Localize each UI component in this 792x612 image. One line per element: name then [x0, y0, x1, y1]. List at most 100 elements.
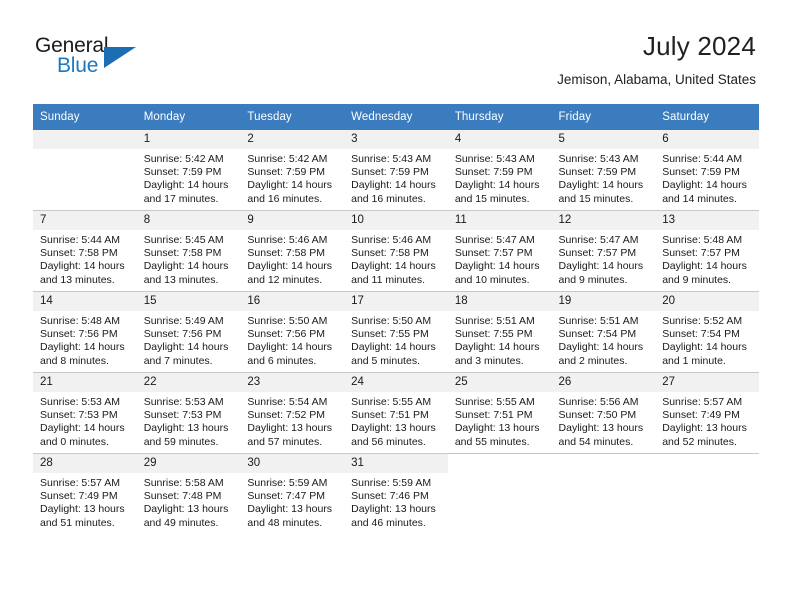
calendar-day-cell[interactable]: 6 Sunrise: 5:44 AM Sunset: 7:59 PM Daylight…	[655, 130, 759, 211]
detail-daylight2: and 16 minutes.	[247, 192, 323, 205]
day-number: 25	[447, 373, 552, 392]
calendar-day-cell[interactable]: 3 Sunrise: 5:43 AM Sunset: 7:59 PM Daylight…	[344, 130, 448, 211]
day-number	[655, 454, 759, 473]
calendar-cell-inner: 5 Sunrise: 5:43 AM Sunset: 7:59 PM Daylight…	[551, 130, 656, 210]
day-number: 21	[33, 373, 137, 392]
calendar-cell-inner: 27 Sunrise: 5:57 AM Sunset: 7:49 PM Dayligh…	[655, 373, 759, 453]
detail-sunset: Sunset: 7:57 PM	[558, 247, 637, 260]
calendar-day-cell[interactable]: 20 Sunrise: 5:52 AM Sunset: 7:54 PM Dayligh…	[655, 291, 759, 373]
calendar-day-cell[interactable]: 25 Sunrise: 5:55 AM Sunset: 7:51 PM Dayligh…	[447, 372, 552, 454]
day-details: Sunrise: 5:43 AM Sunset: 7:59 PM Daylight:…	[552, 149, 656, 206]
weekday-header-row: Sunday Monday Tuesday Wednesday Thursday…	[33, 104, 759, 130]
day-number: 12	[551, 211, 656, 230]
calendar-cell-empty	[33, 130, 137, 211]
detail-sunrise: Sunrise: 5:50 AM	[247, 315, 328, 327]
day-number: 8	[136, 211, 241, 230]
detail-sunrise: Sunrise: 5:56 AM	[558, 396, 639, 408]
calendar-cell-inner: 29 Sunrise: 5:58 AM Sunset: 7:48 PM Dayligh…	[136, 454, 241, 534]
calendar-cell-inner: 24 Sunrise: 5:55 AM Sunset: 7:51 PM Dayligh…	[344, 373, 448, 453]
weekday-header-thursday: Thursday	[447, 104, 552, 130]
detail-daylight2: and 15 minutes.	[454, 192, 530, 205]
detail-daylight1: Daylight: 13 hours	[351, 503, 436, 516]
calendar-cell-inner	[447, 454, 552, 534]
calendar-cell-inner: 1 Sunrise: 5:42 AM Sunset: 7:59 PM Daylight…	[136, 130, 241, 210]
day-details: Sunrise: 5:42 AM Sunset: 7:59 PM Daylight:…	[240, 149, 344, 206]
calendar-day-cell[interactable]: 17 Sunrise: 5:50 AM Sunset: 7:55 PM Dayligh…	[344, 291, 448, 373]
day-number: 26	[551, 373, 656, 392]
day-details: Sunrise: 5:49 AM Sunset: 7:56 PM Daylight:…	[137, 311, 241, 368]
calendar-day-cell[interactable]: 7 Sunrise: 5:44 AM Sunset: 7:58 PM Daylight…	[33, 210, 137, 292]
day-number: 5	[551, 130, 656, 149]
calendar-day-cell[interactable]: 10 Sunrise: 5:46 AM Sunset: 7:58 PM Dayligh…	[344, 210, 448, 292]
calendar-day-cell[interactable]: 21 Sunrise: 5:53 AM Sunset: 7:53 PM Dayligh…	[33, 372, 137, 454]
weekday-header-saturday: Saturday	[655, 104, 759, 130]
detail-daylight2: and 15 minutes.	[558, 192, 634, 205]
calendar-day-cell[interactable]: 30 Sunrise: 5:59 AM Sunset: 7:47 PM Dayligh…	[240, 453, 345, 534]
calendar-week-row: 1 Sunrise: 5:42 AM Sunset: 7:59 PM Daylight…	[33, 130, 759, 211]
calendar-day-cell[interactable]: 18 Sunrise: 5:51 AM Sunset: 7:55 PM Dayligh…	[447, 291, 552, 373]
detail-daylight2: and 10 minutes.	[454, 273, 530, 286]
calendar-day-cell[interactable]: 5 Sunrise: 5:43 AM Sunset: 7:59 PM Daylight…	[551, 130, 656, 211]
general-blue-logo: General Blue	[35, 34, 155, 82]
day-details: Sunrise: 5:44 AM Sunset: 7:59 PM Daylight:…	[655, 149, 759, 206]
calendar-cell-inner: 22 Sunrise: 5:53 AM Sunset: 7:53 PM Dayligh…	[136, 373, 241, 453]
calendar-day-cell[interactable]: 1 Sunrise: 5:42 AM Sunset: 7:59 PM Daylight…	[136, 130, 241, 211]
calendar-day-cell[interactable]: 11 Sunrise: 5:47 AM Sunset: 7:57 PM Dayligh…	[447, 210, 552, 292]
calendar-day-cell[interactable]: 14 Sunrise: 5:48 AM Sunset: 7:56 PM Dayligh…	[33, 291, 137, 373]
calendar-day-cell[interactable]: 13 Sunrise: 5:48 AM Sunset: 7:57 PM Dayligh…	[655, 210, 759, 292]
calendar-day-cell[interactable]: 15 Sunrise: 5:49 AM Sunset: 7:56 PM Dayligh…	[136, 291, 241, 373]
day-number: 13	[655, 211, 759, 230]
calendar-day-cell[interactable]: 16 Sunrise: 5:50 AM Sunset: 7:56 PM Dayligh…	[240, 291, 345, 373]
calendar-day-cell[interactable]: 9 Sunrise: 5:46 AM Sunset: 7:58 PM Daylight…	[240, 210, 345, 292]
calendar-cell-inner: 31 Sunrise: 5:59 AM Sunset: 7:46 PM Dayligh…	[344, 454, 448, 534]
calendar-cell-inner: 4 Sunrise: 5:43 AM Sunset: 7:59 PM Daylight…	[447, 130, 552, 210]
detail-sunset: Sunset: 7:47 PM	[247, 490, 326, 503]
day-number	[33, 130, 137, 149]
day-number	[447, 454, 552, 473]
detail-sunrise: Sunrise: 5:44 AM	[40, 234, 120, 246]
detail-daylight1: Daylight: 14 hours	[558, 260, 644, 273]
calendar-day-cell[interactable]: 27 Sunrise: 5:57 AM Sunset: 7:49 PM Dayligh…	[655, 372, 759, 454]
day-number: 28	[33, 454, 137, 473]
detail-daylight1: Daylight: 13 hours	[143, 422, 229, 435]
calendar-day-cell[interactable]: 2 Sunrise: 5:42 AM Sunset: 7:59 PM Daylight…	[240, 130, 345, 211]
detail-sunset: Sunset: 7:53 PM	[143, 409, 222, 422]
calendar-cell-inner: 25 Sunrise: 5:55 AM Sunset: 7:51 PM Dayligh…	[447, 373, 552, 453]
calendar-cell-inner: 17 Sunrise: 5:50 AM Sunset: 7:55 PM Dayligh…	[344, 292, 448, 372]
detail-daylight2: and 52 minutes.	[662, 435, 737, 448]
detail-daylight1: Daylight: 14 hours	[247, 260, 333, 273]
calendar-day-cell[interactable]: 29 Sunrise: 5:58 AM Sunset: 7:48 PM Dayligh…	[136, 453, 241, 534]
detail-daylight1: Daylight: 14 hours	[558, 179, 644, 192]
calendar-day-cell[interactable]: 31 Sunrise: 5:59 AM Sunset: 7:46 PM Dayligh…	[344, 453, 448, 534]
calendar-cell-inner: 20 Sunrise: 5:52 AM Sunset: 7:54 PM Dayligh…	[655, 292, 759, 372]
calendar-day-cell[interactable]: 23 Sunrise: 5:54 AM Sunset: 7:52 PM Dayligh…	[240, 372, 345, 454]
day-details: Sunrise: 5:43 AM Sunset: 7:59 PM Daylight:…	[448, 149, 552, 206]
day-number: 15	[136, 292, 241, 311]
day-details: Sunrise: 5:52 AM Sunset: 7:54 PM Daylight:…	[655, 311, 759, 368]
day-number: 30	[240, 454, 345, 473]
calendar-day-cell[interactable]: 19 Sunrise: 5:51 AM Sunset: 7:54 PM Dayligh…	[551, 291, 656, 373]
calendar-day-cell[interactable]: 24 Sunrise: 5:55 AM Sunset: 7:51 PM Dayligh…	[344, 372, 448, 454]
calendar-day-cell[interactable]: 4 Sunrise: 5:43 AM Sunset: 7:59 PM Daylight…	[447, 130, 552, 211]
calendar-day-cell[interactable]: 22 Sunrise: 5:53 AM Sunset: 7:53 PM Dayligh…	[136, 372, 241, 454]
detail-sunset: Sunset: 7:58 PM	[247, 247, 326, 260]
calendar-cell-inner: 7 Sunrise: 5:44 AM Sunset: 7:58 PM Daylight…	[33, 211, 137, 291]
detail-daylight2: and 56 minutes.	[351, 435, 426, 448]
calendar-day-cell[interactable]: 8 Sunrise: 5:45 AM Sunset: 7:58 PM Daylight…	[136, 210, 241, 292]
detail-daylight2: and 7 minutes.	[143, 354, 213, 367]
detail-sunrise: Sunrise: 5:46 AM	[351, 234, 432, 246]
detail-daylight1: Daylight: 14 hours	[40, 422, 125, 435]
detail-sunrise: Sunrise: 5:59 AM	[247, 477, 328, 489]
calendar-cell-inner	[33, 130, 137, 210]
calendar-day-cell[interactable]: 26 Sunrise: 5:56 AM Sunset: 7:50 PM Dayligh…	[551, 372, 656, 454]
detail-daylight1: Daylight: 14 hours	[454, 179, 540, 192]
day-number: 10	[344, 211, 448, 230]
calendar-day-cell[interactable]: 28 Sunrise: 5:57 AM Sunset: 7:49 PM Dayligh…	[33, 453, 137, 534]
detail-sunset: Sunset: 7:54 PM	[558, 328, 637, 341]
calendar-day-cell[interactable]: 12 Sunrise: 5:47 AM Sunset: 7:57 PM Dayligh…	[551, 210, 656, 292]
detail-sunset: Sunset: 7:59 PM	[247, 166, 326, 179]
detail-daylight2: and 13 minutes.	[40, 273, 115, 286]
calendar-week-row: 14 Sunrise: 5:48 AM Sunset: 7:56 PM Dayligh…	[33, 291, 759, 373]
calendar-cell-inner: 28 Sunrise: 5:57 AM Sunset: 7:49 PM Dayligh…	[33, 454, 137, 534]
calendar-cell-inner: 16 Sunrise: 5:50 AM Sunset: 7:56 PM Dayligh…	[240, 292, 345, 372]
